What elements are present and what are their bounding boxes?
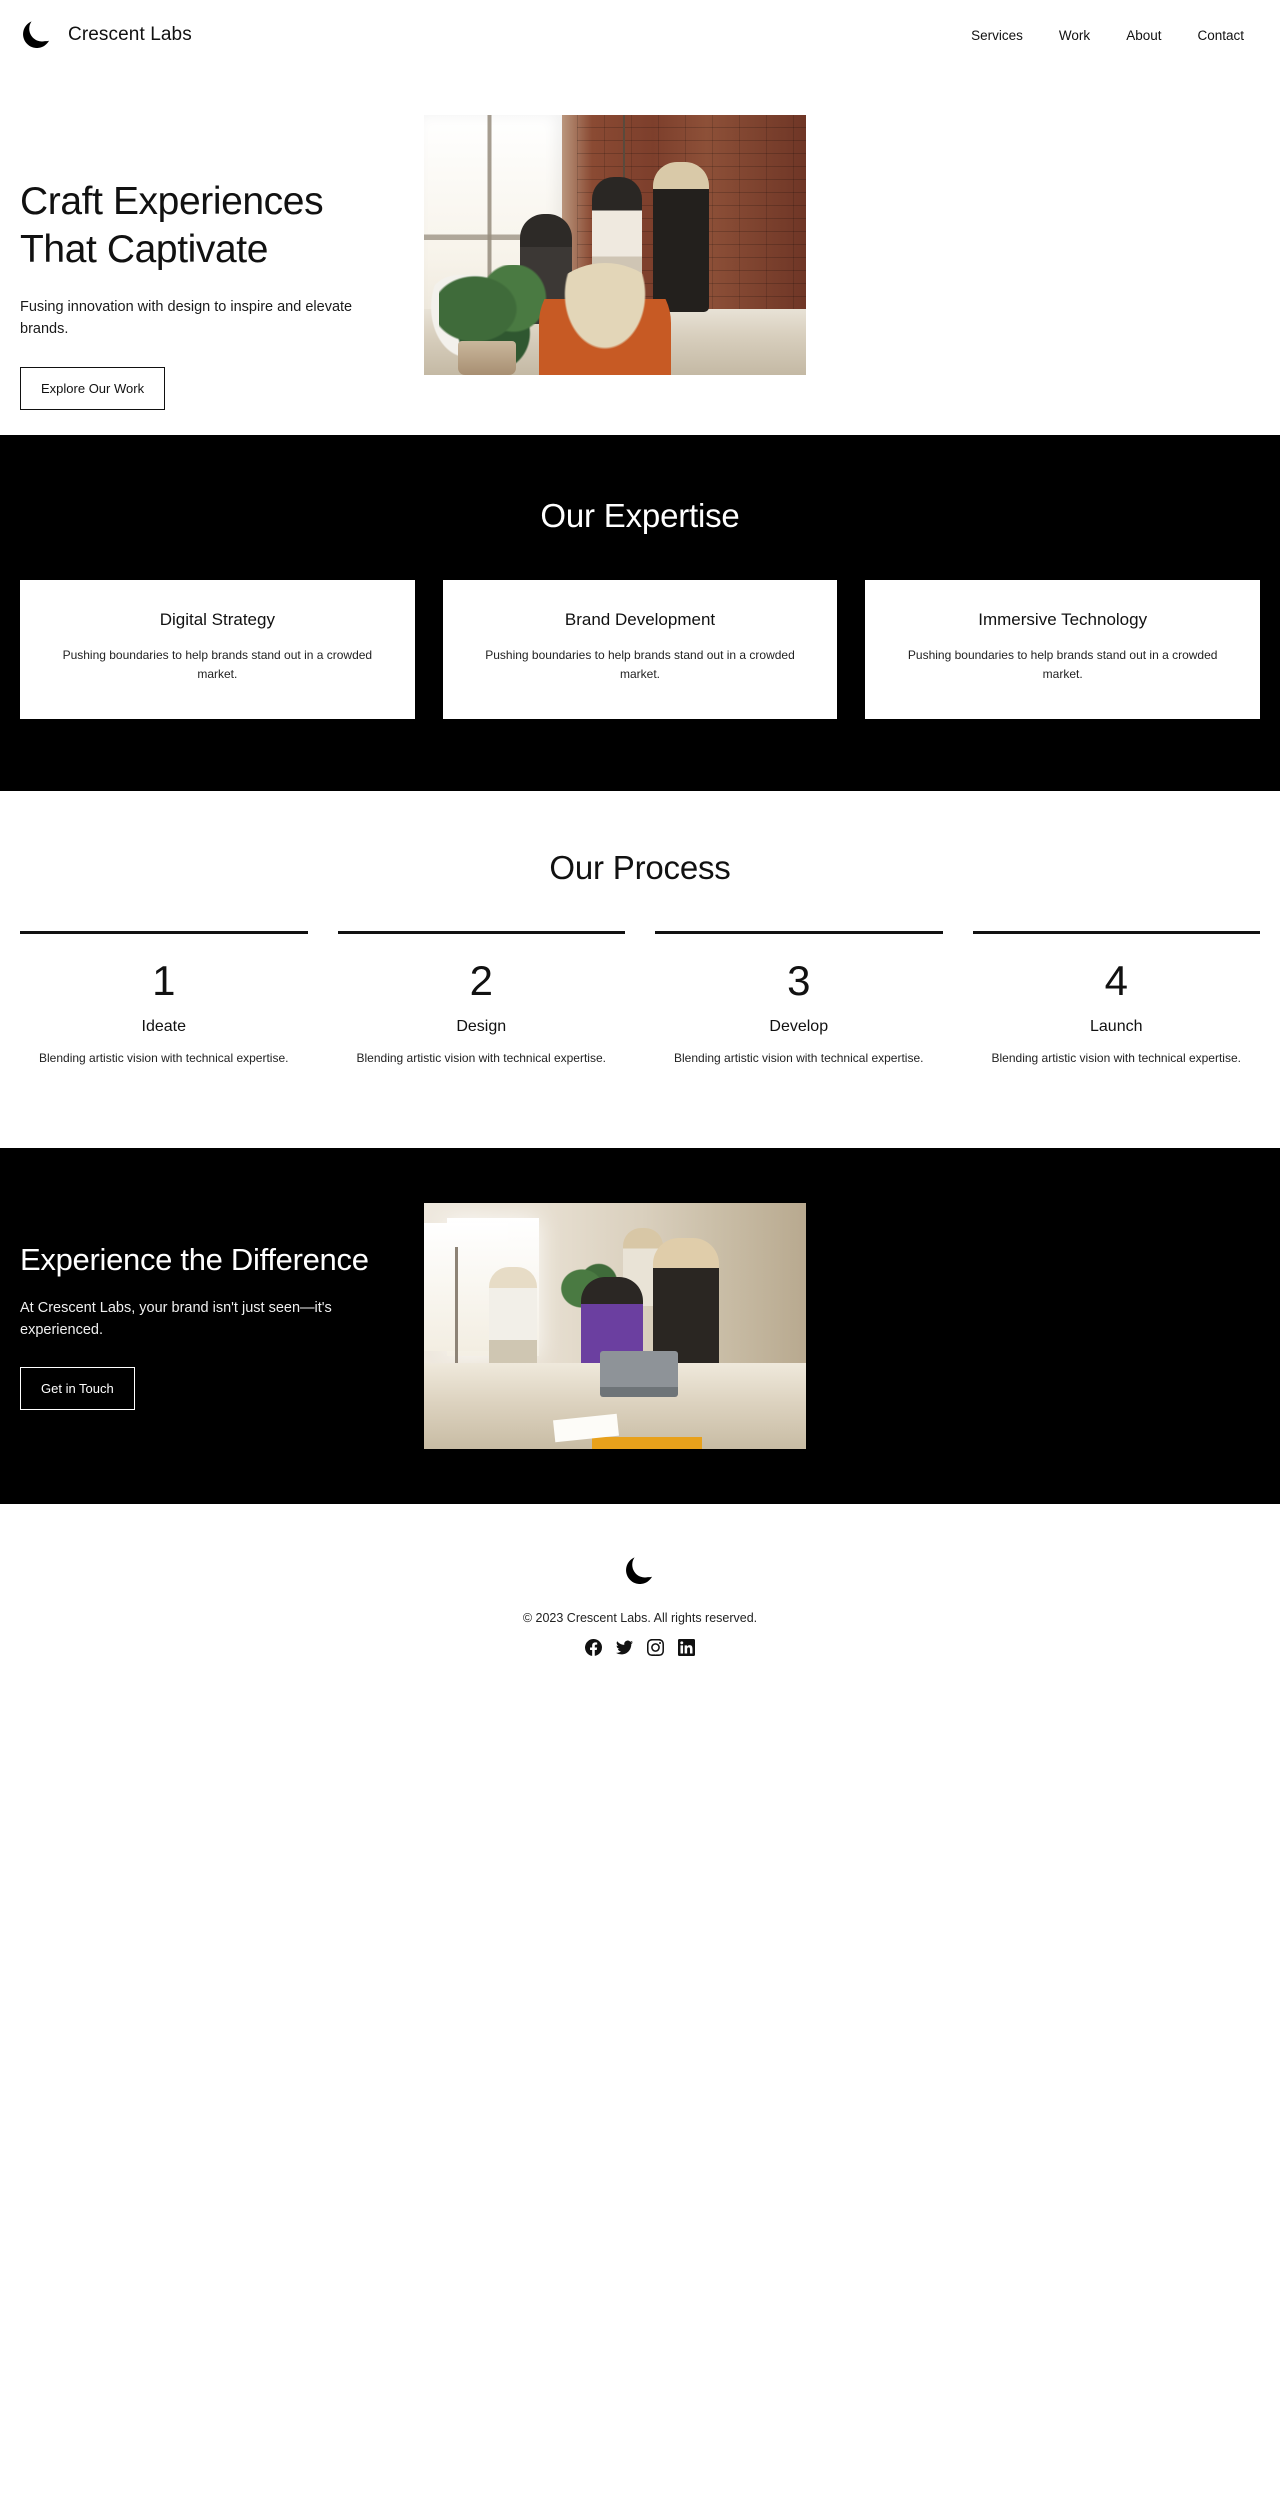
- step-label: Develop: [769, 1017, 829, 1035]
- linkedin-icon[interactable]: [678, 1639, 695, 1657]
- expertise-card-title: Brand Development: [564, 610, 716, 629]
- process-step: 4 Launch Blending artistic vision with t…: [972, 930, 1260, 1068]
- hero-section: Craft Experiences That Captivate Fusing …: [0, 70, 1280, 435]
- hero-image: [424, 115, 806, 375]
- process-title: Our Process: [549, 848, 731, 886]
- step-body: Blending artistic vision with technical …: [356, 1050, 606, 1065]
- expertise-section: Our Expertise Digital Strategy Pushing b…: [0, 435, 1280, 791]
- step-label: Ideate: [141, 1017, 186, 1035]
- step-rule: [20, 930, 308, 934]
- step-label: Design: [456, 1017, 507, 1035]
- expertise-card-body: Pushing boundaries to help brands stand …: [485, 648, 795, 682]
- copyright-text: © 2023 Crescent Labs. All rights reserve…: [522, 1611, 758, 1626]
- hero-photo: [424, 115, 806, 375]
- expertise-card[interactable]: Digital Strategy Pushing boundaries to h…: [20, 580, 415, 719]
- hero-subtitle: Fusing innovation with design to inspire…: [20, 299, 353, 337]
- process-step: 1 Ideate Blending artistic vision with t…: [20, 930, 308, 1068]
- process-section: Our Process 1 Ideate Blending artistic v…: [0, 790, 1280, 1149]
- step-body: Blending artistic vision with technical …: [991, 1050, 1241, 1065]
- expertise-card-row: Digital Strategy Pushing boundaries to h…: [20, 580, 1261, 719]
- expertise-card[interactable]: Immersive Technology Pushing boundaries …: [865, 580, 1261, 719]
- step-number: 2: [469, 956, 493, 1004]
- crescent-moon-icon: [20, 18, 54, 52]
- cta-copy: Experience the Difference At Crescent La…: [20, 1242, 402, 1411]
- site-header: Crescent Labs Services Work About Contac…: [0, 0, 1280, 70]
- brand-logo[interactable]: Crescent Labs: [20, 18, 192, 52]
- instagram-icon[interactable]: [647, 1639, 664, 1657]
- brand-name: Crescent Labs: [68, 24, 192, 45]
- cta-photo: [424, 1203, 806, 1450]
- process-step: 2 Design Blending artistic vision with t…: [337, 930, 625, 1068]
- step-rule: [972, 930, 1260, 934]
- expertise-card-title: Digital Strategy: [159, 610, 275, 629]
- cta-title: Experience the Difference: [20, 1241, 369, 1277]
- nav-link-contact[interactable]: Contact: [1197, 28, 1244, 43]
- step-body: Blending artistic vision with technical …: [39, 1050, 289, 1065]
- nav-link-work[interactable]: Work: [1059, 28, 1090, 43]
- nav-link-services[interactable]: Services: [971, 28, 1023, 43]
- process-step: 3 Develop Blending artistic vision with …: [655, 930, 943, 1068]
- process-step-row: 1 Ideate Blending artistic vision with t…: [20, 930, 1260, 1068]
- cta-section: Experience the Difference At Crescent La…: [0, 1148, 1280, 1505]
- crescent-moon-icon: [623, 1554, 657, 1588]
- twitter-icon[interactable]: [616, 1639, 633, 1656]
- step-rule: [337, 930, 625, 934]
- nav-link-about[interactable]: About: [1126, 28, 1161, 43]
- hero-copy: Craft Experiences That Captivate Fusing …: [20, 115, 402, 410]
- expertise-card-body: Pushing boundaries to help brands stand …: [62, 648, 373, 682]
- main-navigation: Services Work About Contact: [971, 28, 1260, 43]
- step-number: 4: [1104, 956, 1128, 1004]
- explore-our-work-button[interactable]: Explore Our Work: [20, 366, 166, 410]
- cta-subtitle: At Crescent Labs, your brand isn't just …: [20, 1299, 332, 1338]
- get-in-touch-button[interactable]: Get in Touch: [20, 1367, 135, 1411]
- expertise-card-body: Pushing boundaries to help brands stand …: [907, 648, 1218, 682]
- expertise-card-title: Immersive Technology: [978, 610, 1148, 629]
- step-label: Launch: [1090, 1017, 1143, 1035]
- expertise-card[interactable]: Brand Development Pushing boundaries to …: [442, 580, 838, 719]
- facebook-icon[interactable]: [585, 1639, 602, 1656]
- step-body: Blending artistic vision with technical …: [674, 1050, 924, 1065]
- site-footer: © 2023 Crescent Labs. All rights reserve…: [0, 1504, 1280, 1691]
- social-links: [20, 1639, 1260, 1657]
- cta-image: [424, 1203, 806, 1450]
- step-rule: [655, 930, 943, 934]
- step-number: 3: [787, 956, 811, 1004]
- step-number: 1: [152, 956, 176, 1004]
- hero-title: Craft Experiences That Captivate: [20, 180, 324, 271]
- expertise-title: Our Expertise: [540, 497, 740, 534]
